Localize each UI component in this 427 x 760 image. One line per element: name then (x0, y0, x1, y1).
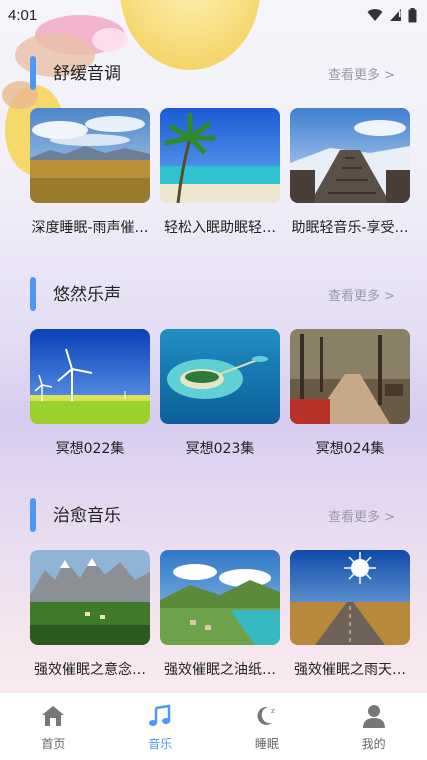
card-title: 轻松入眠助眠轻… (164, 220, 276, 236)
card-title: 强效催眠之油纸… (164, 662, 276, 678)
snowy-boardwalk-image (290, 108, 410, 203)
music-card[interactable]: 冥想024集 (290, 329, 410, 458)
wifi-icon (367, 9, 383, 21)
section-accent-bar (30, 277, 36, 311)
status-bar: 4:01 (0, 0, 427, 30)
autumn-park-path-image (290, 329, 410, 424)
card-title: 强效催眠之意念… (34, 662, 146, 678)
svg-text:z: z (271, 707, 275, 715)
section-title: 舒缓音调 (53, 64, 121, 84)
card-title: 冥想024集 (315, 441, 385, 457)
section-title: 治愈音乐 (53, 506, 121, 526)
music-card[interactable]: 冥想023集 (160, 329, 280, 458)
tropical-beach-image (160, 108, 280, 203)
tab-profile[interactable]: 我的 (320, 693, 427, 760)
music-card[interactable]: 轻松入眠助眠轻… (160, 108, 280, 237)
music-card[interactable]: 强效催眠之意念… (30, 550, 150, 679)
tab-sleep[interactable]: z 睡眠 (214, 693, 321, 760)
card-row: 深度睡眠-雨声催… 轻松入眠助眠轻… 助眠轻音乐-享受… (30, 108, 410, 268)
desert-road-sun-image (290, 550, 410, 645)
see-more-link[interactable]: 查看更多 > (328, 64, 395, 83)
section-accent-bar (30, 56, 36, 90)
alpine-village-image (30, 550, 150, 645)
section-leisure-sounds: 悠然乐声 查看更多 > 冥想022集 冥想023集 冥想024集 (0, 271, 427, 457)
grassland-mountains-image (30, 108, 150, 203)
tab-label: 睡眠 (254, 737, 279, 751)
music-card[interactable]: 深度睡眠-雨声催… (30, 108, 150, 237)
music-card[interactable]: 强效催眠之雨天… (290, 550, 410, 679)
card-title: 冥想022集 (55, 441, 125, 457)
status-time: 4:01 (8, 6, 38, 24)
status-icons (367, 7, 417, 23)
tab-label: 我的 (361, 737, 386, 751)
section-healing-music: 治愈音乐 查看更多 > 强效催眠之意念… 强效催眠之油纸… 强效催眠之雨天… (0, 492, 427, 678)
section-title: 悠然乐声 (53, 285, 121, 305)
music-card[interactable]: 冥想022集 (30, 329, 150, 458)
section-header: 悠然乐声 查看更多 > (0, 271, 427, 311)
card-row: 强效催眠之意念… 强效催眠之油纸… 强效催眠之雨天… (30, 550, 410, 710)
card-title: 强效催眠之雨天… (294, 662, 406, 678)
see-more-link[interactable]: 查看更多 > (328, 285, 395, 304)
lakeside-village-image (160, 550, 280, 645)
section-accent-bar (30, 498, 36, 532)
see-more-link[interactable]: 查看更多 > (328, 506, 395, 525)
card-title: 深度睡眠-雨声催… (31, 220, 149, 236)
battery-icon (408, 7, 417, 22)
section-soothing-tones: 舒缓音调 查看更多 > 深度睡眠-雨声催… 轻松入眠助眠轻… 助眠轻音乐-享受… (0, 50, 427, 236)
person-icon (362, 705, 385, 728)
section-header: 治愈音乐 查看更多 > (0, 492, 427, 532)
tab-label: 音乐 (148, 737, 173, 751)
tab-label: 首页 (41, 737, 66, 751)
home-icon (42, 706, 65, 726)
section-header: 舒缓音调 查看更多 > (0, 50, 427, 90)
card-title: 助眠轻音乐-享受… (291, 220, 409, 236)
music-card[interactable]: 强效催眠之油纸… (160, 550, 280, 679)
moon-icon: z (257, 706, 275, 725)
tab-home[interactable]: 首页 (0, 693, 107, 760)
card-row: 冥想022集 冥想023集 冥想024集 (30, 329, 410, 489)
card-title: 冥想023集 (185, 441, 255, 457)
wind-turbines-image (30, 329, 150, 424)
music-note-icon (149, 704, 171, 726)
atoll-island-image (160, 329, 280, 424)
music-card[interactable]: 助眠轻音乐-享受… (290, 108, 410, 237)
signal-icon (390, 9, 401, 21)
bottom-tab-bar: 首页 音乐 z 睡眠 我的 (0, 692, 427, 760)
tab-music[interactable]: 音乐 (107, 693, 214, 760)
